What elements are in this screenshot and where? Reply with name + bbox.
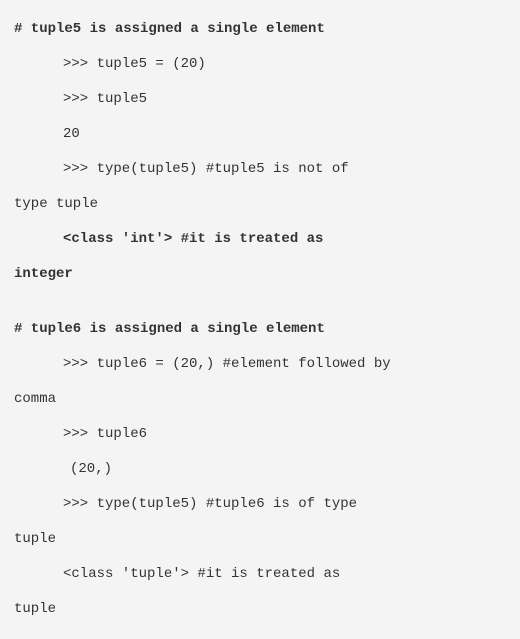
code-line: >>> type(tuple5) #tuple5 is not of xyxy=(14,152,506,187)
code-line: >>> tuple5 = (20) xyxy=(14,47,506,82)
output-line: 20 xyxy=(14,117,506,152)
output-line-wrap: tuple xyxy=(14,592,506,627)
code-line: >>> tuple5 xyxy=(14,82,506,117)
code-block: # tuple5 is assigned a single element >>… xyxy=(14,12,506,627)
output-line: <class 'tuple'> #it is treated as xyxy=(14,557,506,592)
code-line: >>> type(tuple5) #tuple6 is of type xyxy=(14,487,506,522)
output-line: (20,) xyxy=(14,452,506,487)
spacer xyxy=(14,292,506,312)
comment-line: # tuple5 is assigned a single element xyxy=(14,12,506,47)
code-line: >>> tuple6 xyxy=(14,417,506,452)
code-line-wrap: tuple xyxy=(14,522,506,557)
code-line-wrap: type tuple xyxy=(14,187,506,222)
comment-line: # tuple6 is assigned a single element xyxy=(14,312,506,347)
output-line: <class 'int'> #it is treated as xyxy=(14,222,506,257)
code-line-wrap: comma xyxy=(14,382,506,417)
code-line: >>> tuple6 = (20,) #element followed by xyxy=(14,347,506,382)
output-line-wrap: integer xyxy=(14,257,506,292)
